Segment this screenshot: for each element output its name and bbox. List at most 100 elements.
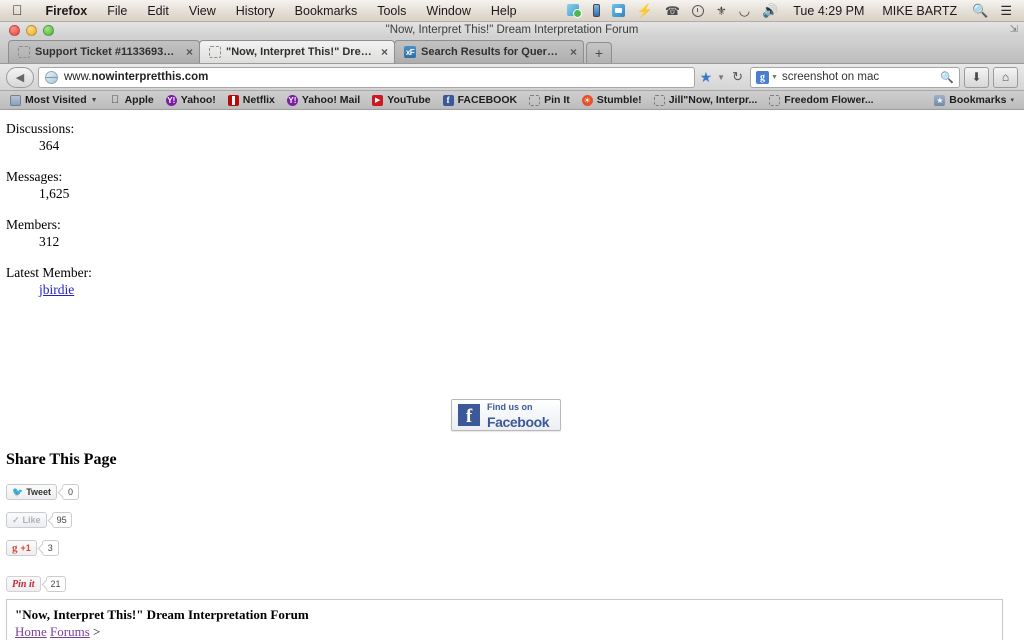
stat-value: 1,625 [39,186,70,201]
share-this-page-heading: Share This Page [6,451,117,468]
zoom-window-button[interactable] [43,24,54,36]
menu-item-help[interactable]: Help [481,4,527,18]
chevron-down-icon[interactable]: ▼ [771,74,778,81]
dropbox-icon[interactable] [561,0,587,21]
latest-member-link[interactable]: jbirdie [39,282,74,297]
bookmark-label: Apple [124,94,154,106]
plus-one-label: +1 [20,543,31,553]
magnifier-icon[interactable]: 🔍 [940,71,954,84]
back-button[interactable]: ◀ [6,66,34,88]
tab-now-interpret-this[interactable]: "Now, Interpret This!" Dream In... × [199,40,395,63]
pinterest-icon: Pin it [12,578,35,590]
close-window-button[interactable] [9,24,20,36]
bookmark-yahoo-mail[interactable]: Y! Yahoo! Mail [281,94,366,106]
facebook-like-button[interactable]: ✓ Like [6,512,47,528]
menu-item-view[interactable]: View [179,4,226,18]
home-button[interactable]: ⌂ [993,66,1018,88]
youtube-icon: ▶ [372,94,384,106]
bookmarks-menu-button[interactable]: ★ Bookmarks ▾ [928,94,1020,106]
tab-close-button[interactable]: × [381,46,388,58]
tab-close-button[interactable]: × [186,46,193,58]
url-bar[interactable]: www.nowinterpretthis.com [38,66,695,88]
bookmark-yahoo[interactable]: Y! Yahoo! [160,94,222,106]
menu-bar-username[interactable]: MIKE BARTZ [873,4,966,18]
pinterest-pin-button[interactable]: Pin it [6,576,41,592]
blank-favicon [769,94,781,106]
stat-members: Members: 312 [6,216,1024,250]
tab-label: Search Results for Query: site n... [421,46,564,58]
new-tab-button[interactable]: + [586,42,612,63]
apple-menu-icon[interactable]:  [0,3,36,17]
netflix-icon [227,94,239,106]
menu-item-firefox[interactable]: Firefox [36,4,98,18]
like-count[interactable]: 95 [51,512,72,528]
menu-item-edit[interactable]: Edit [137,4,179,18]
clock-icon[interactable] [686,0,710,21]
bluetooth-icon[interactable]: ⚜ [710,0,733,21]
bookmark-apple[interactable]:  Apple [104,94,160,106]
bookmark-freedom-flower[interactable]: Freedom Flower... [763,94,879,106]
google-g-icon: g [12,542,18,554]
tab-label: Support Ticket #11336939 – sit... [35,46,180,58]
tweet-count[interactable]: 0 [62,484,80,500]
pin-count[interactable]: 21 [45,576,66,592]
flash-icon[interactable]: ⚡ [631,0,659,21]
battery-icon[interactable] [587,0,606,21]
menu-item-file[interactable]: File [97,4,137,18]
wifi-icon[interactable]: ◡ [733,0,756,21]
google-plus-one-button[interactable]: g +1 [6,540,37,556]
tab-strip: Support Ticket #11336939 – sit... × "Now… [0,38,1024,64]
menu-item-history[interactable]: History [226,4,285,18]
sync-icon[interactable] [606,0,631,21]
blank-favicon [653,94,665,106]
tab-search-results[interactable]: xF Search Results for Query: site n... × [394,40,584,63]
tab-support-ticket[interactable]: Support Ticket #11336939 – sit... × [8,40,200,63]
star-icon[interactable]: ★ [699,69,714,86]
menu-item-bookmarks[interactable]: Bookmarks [285,4,368,18]
menu-bar-clock[interactable]: Tue 4:29 PM [784,4,873,18]
yahoo-icon: Y! [286,94,298,106]
downloads-button[interactable]: ⬇ [964,66,989,88]
bookmark-label: Most Visited [25,94,87,106]
breadcrumb-forums-link[interactable]: Forums [50,624,90,639]
phone-icon[interactable]: ☎ [659,0,686,21]
volume-icon[interactable]: 🔊 [756,0,784,21]
reload-icon[interactable]: ↻ [729,69,746,85]
bookmark-jill-now-interpret[interactable]: Jill"Now, Interpr... [648,94,764,106]
stat-latest-member: Latest Member: jbirdie [6,264,1024,298]
bookmark-label: Bookmarks [949,94,1007,106]
chevron-down-icon[interactable]: ▼ [717,73,725,82]
stat-discussions: Discussions: 364 [6,120,1024,154]
bookmark-pin-it[interactable]: Pin It [523,94,576,106]
chevron-down-icon: ▼ [90,96,98,104]
search-input[interactable]: screenshot on mac [782,71,936,83]
search-bar[interactable]: g ▼ screenshot on mac 🔍 [750,66,960,88]
menu-bar-status-area: ⚡ ☎ ⚜ ◡ 🔊 Tue 4:29 PM MIKE BARTZ 🔍 ☰ [561,0,1024,21]
blank-favicon [209,46,221,58]
bookmark-label: FACEBOOK [457,94,518,106]
spotlight-search-icon[interactable]: 🔍 [966,0,994,21]
find-us-on-facebook-badge[interactable]: f Find us on Facebook [451,399,561,431]
share-row-like: ✓ Like 95 [6,512,72,528]
bookmark-youtube[interactable]: ▶ YouTube [366,94,436,106]
breadcrumb-home-link[interactable]: Home [15,624,47,639]
bookmark-facebook[interactable]: f FACEBOOK [437,94,524,106]
url-text: www.nowinterpretthis.com [64,71,209,83]
download-arrow-icon: ⬇ [971,70,982,84]
bookmark-most-visited[interactable]: Most Visited ▼ [4,94,104,106]
menu-item-window[interactable]: Window [416,4,480,18]
menu-item-tools[interactable]: Tools [367,4,416,18]
notification-center-icon[interactable]: ☰ [994,0,1018,21]
bookmark-stumble[interactable]: ☀ Stumble! [576,94,648,106]
plus-one-count[interactable]: 3 [41,540,59,556]
home-icon: ⌂ [1001,70,1010,84]
breadcrumb: "Now, Interpret This!" Dream Interpretat… [6,599,1003,640]
stat-label: Latest Member: [6,265,92,280]
minimize-window-button[interactable] [26,24,37,36]
bookmark-label: Pin It [544,94,570,106]
bookmark-netflix[interactable]: Netflix [222,94,281,106]
fullscreen-arrows-icon[interactable]: ⇲ [1010,24,1018,35]
tab-close-button[interactable]: × [570,46,577,58]
tweet-button[interactable]: 🐦 Tweet [6,484,58,500]
google-search-engine-icon[interactable]: g [756,70,769,84]
